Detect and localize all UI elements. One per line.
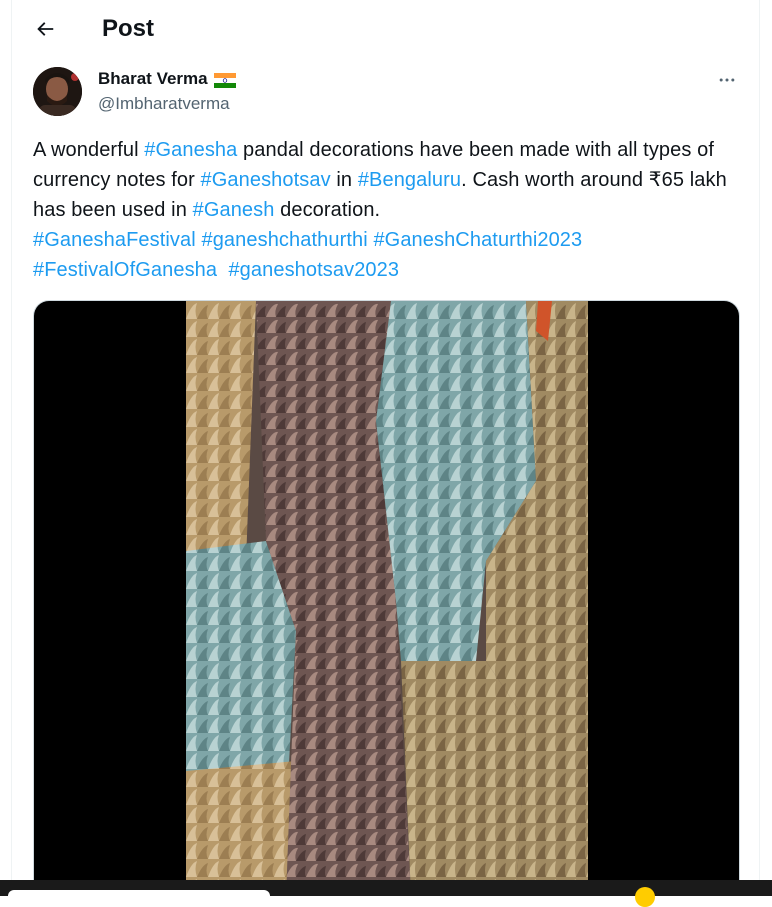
more-button[interactable]: [713, 66, 741, 94]
hashtag-link[interactable]: #Ganesha: [144, 139, 237, 161]
tweet-text-segment: decoration.: [274, 199, 381, 221]
hashtag-link[interactable]: #ganeshchathurthi: [201, 229, 367, 251]
video-frame[interactable]: [186, 301, 588, 896]
hashtag-link[interactable]: #Bengaluru: [358, 169, 461, 191]
page-title: Post: [102, 15, 155, 42]
search-pill[interactable]: [8, 890, 270, 902]
tweet-text-segment: in: [330, 169, 358, 191]
back-button[interactable]: [28, 12, 62, 46]
video-player[interactable]: [33, 300, 740, 896]
author-name[interactable]: Bharat Verma: [98, 68, 208, 90]
tweet-text-segment: A wonderful: [33, 139, 145, 161]
avatar[interactable]: [33, 67, 82, 116]
more-horizontal-icon: [719, 78, 735, 82]
author-name-row[interactable]: Bharat Verma: [98, 68, 236, 90]
post-column: Post Bharat Verma @Imbharatverma A wonde…: [11, 0, 760, 896]
hashtag-link[interactable]: #Ganeshotsav: [201, 169, 331, 191]
page-header: Post: [12, 0, 759, 58]
video-thumbnail: [186, 301, 588, 896]
hashtag-link[interactable]: #ganeshotsav2023: [228, 259, 399, 281]
arrow-left-icon: [37, 22, 54, 36]
tweet-text: A wonderful #Ganesha pandal decorations …: [33, 135, 733, 285]
hashtag-link[interactable]: #GaneshChaturthi2023: [373, 229, 582, 251]
hashtag-link[interactable]: #GaneshaFestival: [33, 229, 196, 251]
avatar-image: [33, 67, 82, 116]
india-flag-icon: [213, 72, 236, 88]
author-handle[interactable]: @Imbharatverma: [98, 93, 230, 115]
hashtag-link[interactable]: #Ganesh: [193, 199, 275, 221]
taskbar-icon[interactable]: [635, 887, 655, 907]
hashtag-link[interactable]: #FestivalOfGanesha: [33, 259, 217, 281]
